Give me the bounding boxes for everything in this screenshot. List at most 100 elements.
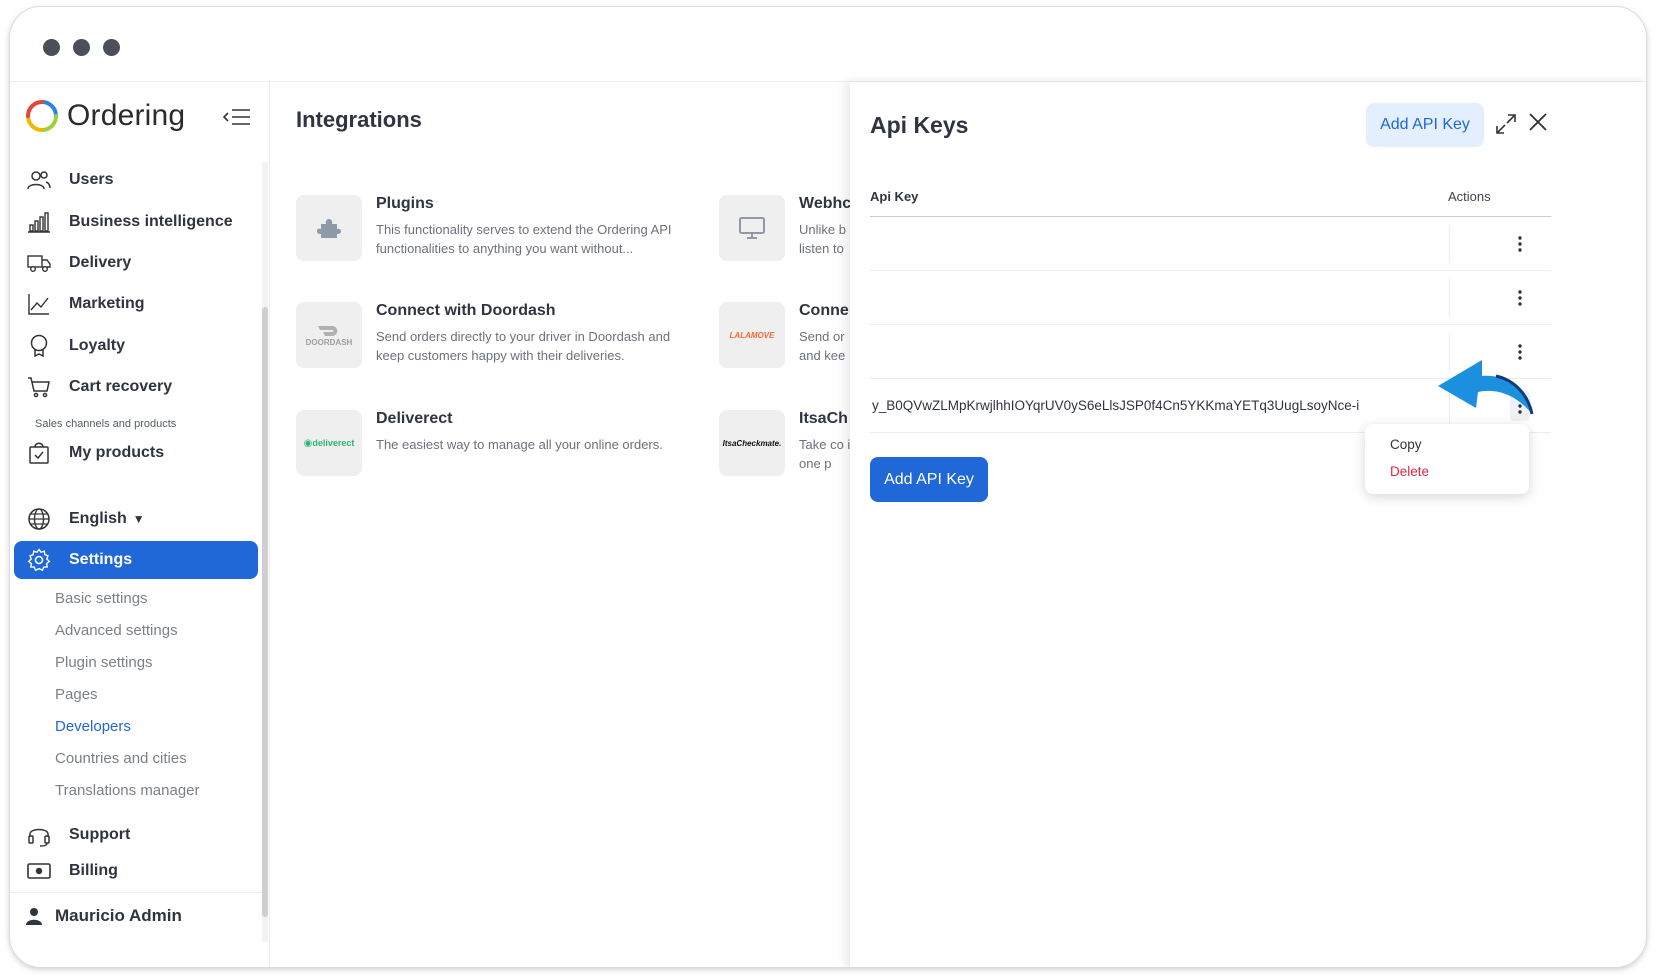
integration-card-plugins[interactable]: Plugins This functionality serves to ext…	[296, 195, 696, 265]
close-icon	[1529, 113, 1547, 131]
nav-label: Marketing	[69, 295, 145, 312]
settings-sub-advanced[interactable]: Advanced settings	[55, 622, 178, 639]
card-description: Send orders directly to your driver in D…	[376, 329, 671, 363]
lalamove-logo: LALAMOVE	[719, 302, 785, 368]
nav-item-business-intelligence[interactable]: Business intelligence	[14, 203, 258, 241]
settings-sub-developers[interactable]: Developers	[55, 718, 131, 735]
add-api-key-button[interactable]: Add API Key	[870, 457, 988, 502]
user-icon	[26, 908, 42, 925]
nav-label: Delivery	[69, 254, 132, 271]
ordering-logo-icon	[26, 100, 58, 132]
truck-icon	[27, 251, 51, 275]
nav-label: Billing	[69, 862, 118, 879]
nav-label: Business intelligence	[69, 213, 233, 230]
gear-icon	[27, 548, 51, 572]
nav-item-cart-recovery[interactable]: Cart recovery	[14, 368, 258, 406]
settings-sub-countries[interactable]: Countries and cities	[55, 750, 187, 767]
row-actions-button[interactable]	[1510, 283, 1530, 313]
copy-menu-item[interactable]: Copy	[1390, 437, 1422, 452]
award-icon	[27, 334, 51, 358]
card-description: Unlike b listen to	[799, 222, 846, 256]
sidebar: Ordering Users Business intelligence Del…	[10, 82, 270, 967]
card-description: The easiest way to manage all your onlin…	[376, 437, 663, 452]
card-title: Deliverect	[376, 410, 453, 427]
trend-line-icon	[27, 292, 51, 316]
window-titlebar	[10, 7, 1646, 82]
deliverect-logo: ◉ deliverect	[296, 410, 362, 476]
integration-card-doordash[interactable]: DOORDASH Connect with Doordash Send orde…	[296, 302, 696, 372]
card-title: Connect with Doordash	[376, 302, 556, 319]
settings-sub-pages[interactable]: Pages	[55, 686, 98, 703]
nav-label: Users	[69, 171, 114, 188]
integration-card-itsacheckmate[interactable]: ItsaCheckmate. ItsaCh Take co in one p	[719, 410, 850, 480]
nav-item-users[interactable]: Users	[14, 161, 258, 199]
close-drawer-button[interactable]	[1522, 106, 1554, 138]
delete-menu-item[interactable]: Delete	[1390, 464, 1429, 479]
settings-sub-plugin[interactable]: Plugin settings	[55, 654, 153, 671]
headset-icon	[27, 823, 51, 847]
nav-item-billing[interactable]: Billing	[14, 852, 258, 890]
current-user[interactable]: Mauricio Admin	[25, 906, 182, 926]
table-row	[870, 271, 1551, 325]
cash-icon	[27, 859, 51, 883]
sidebar-footer	[10, 892, 262, 967]
integration-card-lalamove[interactable]: LALAMOVE Conne Send or and kee	[719, 302, 850, 372]
card-description: Take co in one p	[799, 437, 850, 471]
kebab-menu-icon	[1518, 290, 1522, 306]
nav-item-support[interactable]: Support	[14, 816, 258, 854]
nav-item-my-products[interactable]: My products	[14, 434, 258, 472]
puzzle-icon	[296, 195, 362, 261]
sales-channels-section-label: Sales channels and products	[35, 418, 177, 430]
bar-chart-icon	[27, 210, 51, 234]
brand-name: Ordering	[67, 99, 186, 132]
window-close-dot[interactable]	[43, 39, 60, 56]
window-minimize-dot[interactable]	[73, 39, 90, 56]
expand-icon	[1496, 114, 1516, 134]
nav-item-settings[interactable]: Settings	[14, 541, 258, 579]
nav-item-loyalty[interactable]: Loyalty	[14, 327, 258, 365]
api-keys-drawer: Api Keys Add API Key Api Key Actions y_B…	[850, 82, 1646, 967]
card-title: Webhc	[799, 195, 850, 212]
shopping-bag-icon	[27, 441, 51, 465]
card-description: This functionality serves to extend the …	[376, 222, 672, 256]
language-label: English	[69, 510, 127, 527]
pointer-arrow-icon	[1438, 360, 1534, 415]
integration-card-deliverect[interactable]: ◉ deliverect Deliverect The easiest way …	[296, 410, 696, 480]
brand-logo[interactable]: Ordering	[25, 96, 185, 136]
nav-label: Loyalty	[69, 337, 126, 354]
window-maximize-dot[interactable]	[103, 39, 120, 56]
card-title: ItsaCh	[799, 410, 848, 427]
globe-icon	[27, 507, 51, 531]
column-divider	[1449, 279, 1450, 317]
column-header-api-key: Api Key	[870, 189, 919, 204]
doordash-logo: DOORDASH	[296, 302, 362, 368]
doordash-wordmark: DOORDASH	[305, 337, 353, 347]
settings-sub-basic[interactable]: Basic settings	[55, 590, 148, 607]
cart-icon	[27, 375, 51, 399]
api-key-value[interactable]: y_B0QVwZLMpKrwjlhhIOYqrUV0yS6eLlsJSP0f4C…	[872, 398, 1359, 413]
nav-label: Support	[69, 826, 131, 843]
integration-card-webhooks[interactable]: Webhc Unlike b listen to	[719, 195, 850, 265]
collapse-sidebar-button[interactable]	[222, 104, 252, 130]
card-title: Plugins	[376, 195, 434, 212]
nav-label: My products	[69, 444, 165, 461]
nav-item-delivery[interactable]: Delivery	[14, 244, 258, 282]
kebab-menu-icon	[1518, 236, 1522, 252]
sidebar-scrollbar-thumb[interactable]	[262, 307, 268, 917]
page-title: Integrations	[296, 107, 422, 132]
table-row	[870, 217, 1551, 271]
language-selector[interactable]: English ▼	[14, 500, 258, 538]
integrations-panel: Integrations Plugins This functionality …	[270, 82, 850, 967]
row-actions-button[interactable]	[1510, 229, 1530, 259]
collapse-menu-icon	[223, 109, 250, 125]
deliverect-wordmark: deliverect	[312, 438, 355, 448]
add-api-key-header-button[interactable]: Add API Key	[1366, 103, 1484, 147]
drawer-title: Api Keys	[870, 112, 969, 138]
expand-drawer-button[interactable]	[1490, 108, 1522, 140]
nav-item-marketing[interactable]: Marketing	[14, 285, 258, 323]
column-divider	[1449, 225, 1450, 263]
caret-down-icon: ▼	[132, 512, 145, 526]
itsacheckmate-wordmark: ItsaCheckmate.	[722, 438, 782, 448]
settings-sub-translations[interactable]: Translations manager	[55, 782, 200, 799]
app-window: Ordering Users Business intelligence Del…	[9, 6, 1647, 968]
